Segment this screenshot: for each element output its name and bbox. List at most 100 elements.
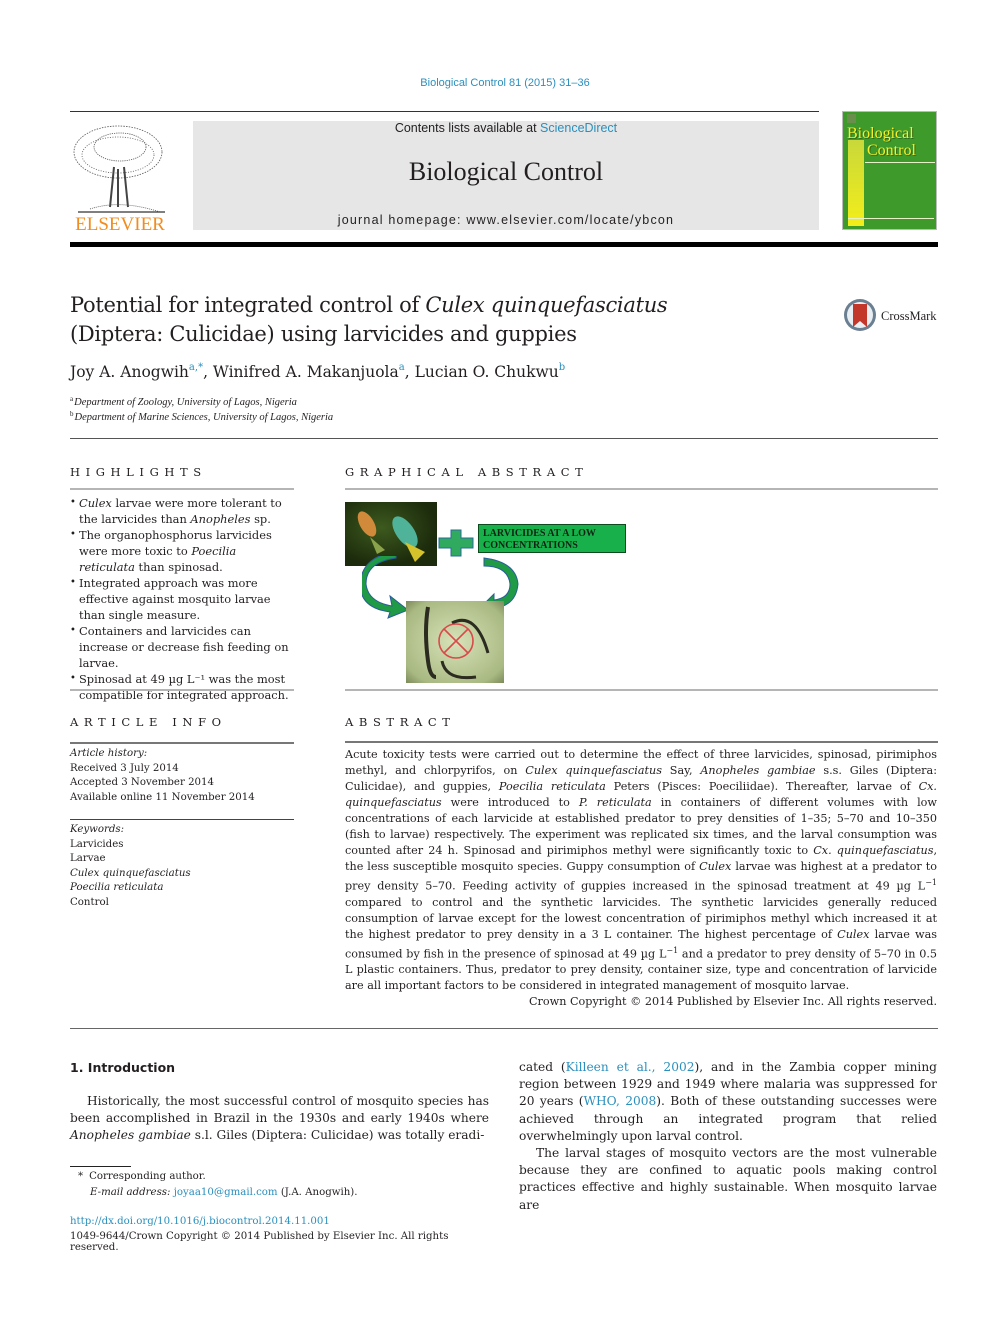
author-sup[interactable]: b [559, 362, 565, 373]
larvae-microscope-photo[interactable] [406, 601, 504, 683]
introduction-heading: 1. Introduction [70, 1060, 176, 1075]
affiliation-text: Department of Zoology, University of Lag… [74, 397, 297, 408]
graphical-abstract-rule [345, 488, 938, 490]
intro-paragraph: Historically, the most successful contro… [70, 1094, 489, 1143]
history-item: Received 3 July 2014 [70, 762, 179, 774]
author[interactable]: Winifred A. Makanjuola [213, 363, 399, 381]
intro-paragraph: cated (Killeen et al., 2002), and in the… [519, 1060, 937, 1143]
email-suffix: (J.A. Anogwih). [277, 1187, 358, 1198]
email-label: E-mail address: [90, 1187, 171, 1198]
affiliation: aDepartment of Zoology, University of La… [70, 395, 297, 408]
highlights-bottom-rule [70, 689, 294, 691]
keyword: Larvicides [70, 838, 124, 850]
intro-column-right: cated (Killeen et al., 2002), and in the… [519, 1059, 937, 1214]
email-note: E-mail address: joyaa10@gmail.com (J.A. … [90, 1187, 357, 1198]
doi-link-wrap: http://dx.doi.org/10.1016/j.biocontrol.2… [70, 1216, 330, 1227]
author[interactable]: Joy A. Anogwih [70, 363, 189, 381]
journal-banner: Contents lists available at ScienceDirec… [193, 121, 819, 230]
history-label: Article history: [70, 748, 148, 759]
doi-link[interactable]: http://dx.doi.org/10.1016/j.biocontrol.2… [70, 1216, 330, 1227]
plus-icon [438, 529, 474, 557]
history-item: Accepted 3 November 2014 [70, 777, 214, 788]
article-info-heading: ARTICLE INFO [70, 715, 227, 729]
body-rule [70, 1028, 938, 1029]
footnote-text: Corresponding author. [89, 1171, 206, 1182]
citation-link[interactable]: WHO, 2008 [584, 1094, 657, 1108]
sciencedirect-link[interactable]: ScienceDirect [540, 121, 617, 135]
cover-rule [865, 162, 935, 163]
cover-title-line1: Biological [847, 125, 914, 142]
author-sup[interactable]: a [399, 362, 405, 373]
keywords-rule [70, 819, 294, 820]
citation-link[interactable]: Killeen et al., 2002 [566, 1060, 695, 1074]
keywords: Keywords: Larvicides Larvae Culex quinqu… [70, 823, 294, 910]
crossmark-button[interactable]: CrossMark [843, 298, 943, 334]
title-text: Potential for integrated control of [70, 293, 426, 317]
footnote-rule [70, 1166, 131, 1167]
journal-cover[interactable]: Biological Control [842, 111, 937, 230]
article-title: Potential for integrated control of Cule… [70, 291, 770, 349]
abstract-copyright: Crown Copyright © 2014 Published by Else… [529, 995, 937, 1009]
affiliation-sup: a [70, 395, 74, 403]
intro-paragraph: The larval stages of mosquito vectors ar… [519, 1146, 937, 1212]
box-text: LARVICIDES AT A LOW [483, 528, 596, 539]
title-text: (Diptera: Culicidae) using larvicides an… [70, 322, 577, 346]
history-item: Available online 11 November 2014 [70, 791, 255, 803]
highlights-rule [70, 488, 294, 490]
highlight-item: Culex larvae were more tolerant to the l… [70, 495, 294, 527]
elsevier-wordmark: ELSEVIER [75, 214, 165, 235]
cover-title-line2: Control [867, 142, 916, 159]
article-info-rule [70, 742, 294, 744]
cover-strip [848, 140, 864, 226]
section-rule [70, 438, 938, 439]
author-list: Joy A. Anogwiha,*, Winifred A. Makanjuol… [70, 362, 566, 381]
abstract-text: Acute toxicity tests were carried out to… [345, 748, 937, 993]
citation-link[interactable]: Biological Control 81 (2015) 31–36 [420, 77, 589, 89]
keyword: Larvae [70, 853, 106, 864]
highlights-heading: HIGHLIGHTS [70, 465, 207, 479]
header-thick-rule [70, 242, 938, 247]
issn-line: 1049-9644/Crown Copyright © 2014 Publish… [70, 1231, 449, 1253]
left-curved-arrow-icon [359, 551, 410, 620]
affiliation-text: Department of Marine Sciences, Universit… [74, 412, 334, 423]
cover-rule [848, 218, 934, 219]
author-sup[interactable]: a,* [189, 362, 203, 373]
highlight-item: Integrated approach was more effective a… [70, 575, 294, 623]
contents-line: Contents lists available at ScienceDirec… [193, 121, 819, 135]
intro-column-left: Historically, the most successful contro… [70, 1093, 489, 1145]
keywords-label: Keywords: [70, 824, 125, 835]
highlight-item: Containers and larvicides can increase o… [70, 623, 294, 671]
author[interactable]: Lucian O. Chukwu [415, 363, 559, 381]
highlights-list: Culex larvae were more tolerant to the l… [70, 495, 294, 703]
header-rule [70, 111, 819, 112]
crossmark-icon [844, 299, 876, 331]
larvicides-box: LARVICIDES AT A LOW CONCENTRATIONS [478, 524, 626, 553]
email-link[interactable]: joyaa10@gmail.com [174, 1187, 278, 1198]
title-species: Culex quinquefasciatus [425, 293, 668, 317]
affiliation-sup: b [70, 410, 74, 418]
keyword: Poecilia reticulata [70, 882, 164, 893]
highlight-item: Spinosad at 49 µg L⁻¹ was the most compa… [70, 671, 294, 703]
corresponding-author-note: * Corresponding author. [78, 1171, 206, 1182]
contents-prefix: Contents lists available at [394, 121, 541, 135]
cover-publisher-icon [847, 114, 856, 123]
journal-citation[interactable]: Biological Control 81 (2015) 31–36 [0, 77, 992, 89]
elsevier-tree-icon: ELSEVIER [73, 125, 165, 235]
box-text: CONCENTRATIONS [483, 540, 578, 551]
article-history: Article history: Received 3 July 2014 Ac… [70, 747, 294, 805]
highlight-item: The organophosphorus larvicides were mor… [70, 527, 294, 575]
keyword: Culex quinquefasciatus [70, 867, 191, 879]
abstract-heading: ABSTRACT [345, 715, 456, 729]
elsevier-logo[interactable]: ELSEVIER [70, 117, 170, 235]
asterisk-icon: * [78, 1171, 84, 1182]
graphical-abstract-bottom-rule [345, 689, 938, 691]
journal-title: Biological Control [408, 157, 604, 186]
crossmark-label: CrossMark [881, 309, 937, 323]
abstract-body: Acute toxicity tests were carried out to… [345, 747, 937, 1010]
keyword: Control [70, 896, 109, 908]
larvae-no-icon [424, 606, 490, 680]
journal-homepage[interactable]: journal homepage: www.elsevier.com/locat… [193, 213, 819, 227]
affiliation: bDepartment of Marine Sciences, Universi… [70, 410, 333, 423]
abstract-rule [345, 741, 938, 743]
graphical-abstract-heading: GRAPHICAL ABSTRACT [345, 465, 589, 479]
